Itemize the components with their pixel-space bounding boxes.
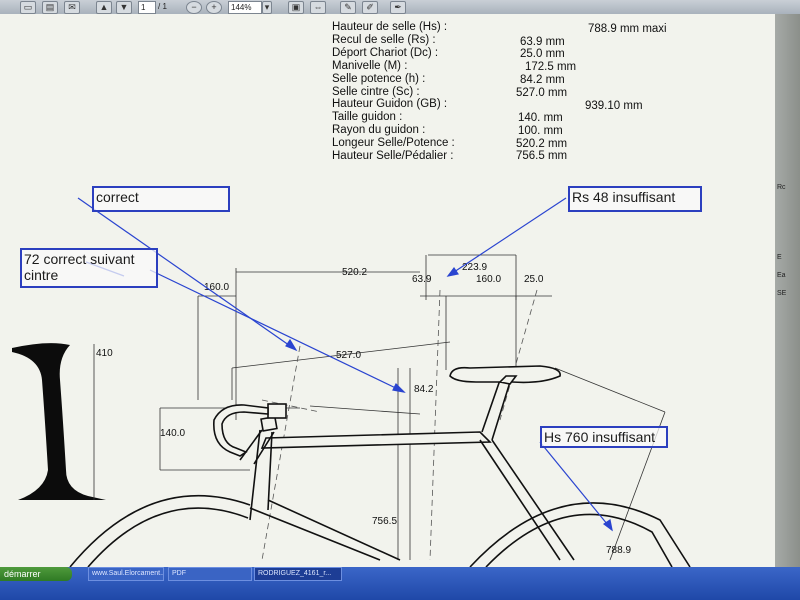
dim-7565: 756.5 (372, 516, 397, 527)
taskbar-item[interactable]: RODRIGUEZ_4161_r... (254, 567, 342, 581)
bike-frame (239, 379, 575, 561)
email-icon[interactable]: ✉ (64, 1, 80, 14)
previous-page-icon[interactable]: ▲ (96, 1, 112, 14)
bike-geometry-diagram: 223.9 520.2 63.9 160.0 25.0 160.0 527.0 … (12, 197, 691, 567)
zoom-out-icon[interactable]: − (186, 1, 202, 14)
pdf-document-page: Hauteur de selle (Hs) : 788.9 mm maxi Re… (0, 14, 775, 567)
dimension-labels: 223.9 520.2 63.9 160.0 25.0 160.0 527.0 … (96, 262, 631, 556)
dim-527: 527.0 (336, 350, 361, 361)
dim-520: 520.2 (342, 267, 367, 278)
dim-25: 25.0 (524, 274, 544, 285)
pdf-toolbar: ▭ ▤ ✉ ▲ ▼ 1 / 1 − + 144% ▾ ▣ ⇔ ✎ ✐ ✒ (0, 0, 800, 15)
side-panel-item[interactable]: E (777, 254, 799, 261)
comment-icon[interactable]: ✎ (340, 1, 356, 14)
construction-lines (261, 289, 538, 561)
annotation-correct: correct (92, 186, 230, 212)
dim-410: 410 (96, 348, 113, 359)
windows-taskbar: démarrer www.Saul.Elorcament... PDF RODR… (0, 567, 800, 600)
page-number-input[interactable]: 1 (138, 1, 156, 14)
saddle (449, 365, 561, 385)
taskbar-item[interactable]: www.Saul.Elorcament... (88, 567, 164, 581)
annotation-rs48: Rs 48 insuffisant (568, 186, 702, 212)
highlight-icon[interactable]: ✐ (362, 1, 378, 14)
dim-7889: 788.9 (606, 545, 631, 556)
side-panel-item[interactable]: Ea (777, 272, 799, 279)
side-panel: Rc E Ea SE (775, 14, 800, 567)
fit-width-icon[interactable]: ⇔ (310, 1, 326, 14)
open-icon[interactable]: ▭ (20, 1, 36, 14)
dim-160-reach: 160.0 (204, 282, 229, 293)
start-button[interactable]: démarrer (0, 567, 72, 581)
sign-icon[interactable]: ✒ (390, 1, 406, 14)
annotation-hs760: Hs 760 insuffisant (540, 426, 668, 448)
zoom-in-icon[interactable]: + (206, 1, 222, 14)
zoom-dropdown-icon[interactable]: ▾ (262, 1, 272, 14)
page-total-label: / 1 (158, 2, 167, 11)
dim-160-stem: 160.0 (476, 274, 501, 285)
next-page-icon[interactable]: ▼ (116, 1, 132, 14)
fit-page-icon[interactable]: ▣ (288, 1, 304, 14)
handlebar-profile-icon (12, 343, 106, 500)
side-panel-item[interactable]: SE (777, 290, 799, 297)
dim-842: 84.2 (414, 384, 434, 395)
taskbar-item[interactable]: PDF (168, 567, 252, 581)
zoom-input[interactable]: 144% (228, 1, 262, 14)
dim-63: 63.9 (412, 274, 432, 285)
wheels (69, 494, 691, 567)
side-panel-item[interactable]: Rc (777, 184, 799, 191)
dim-140: 140.0 (160, 428, 185, 439)
print-icon[interactable]: ▤ (42, 1, 58, 14)
annotation-72-correct: 72 correct suivant cintre (20, 248, 158, 288)
annotation-arrows (77, 197, 613, 532)
